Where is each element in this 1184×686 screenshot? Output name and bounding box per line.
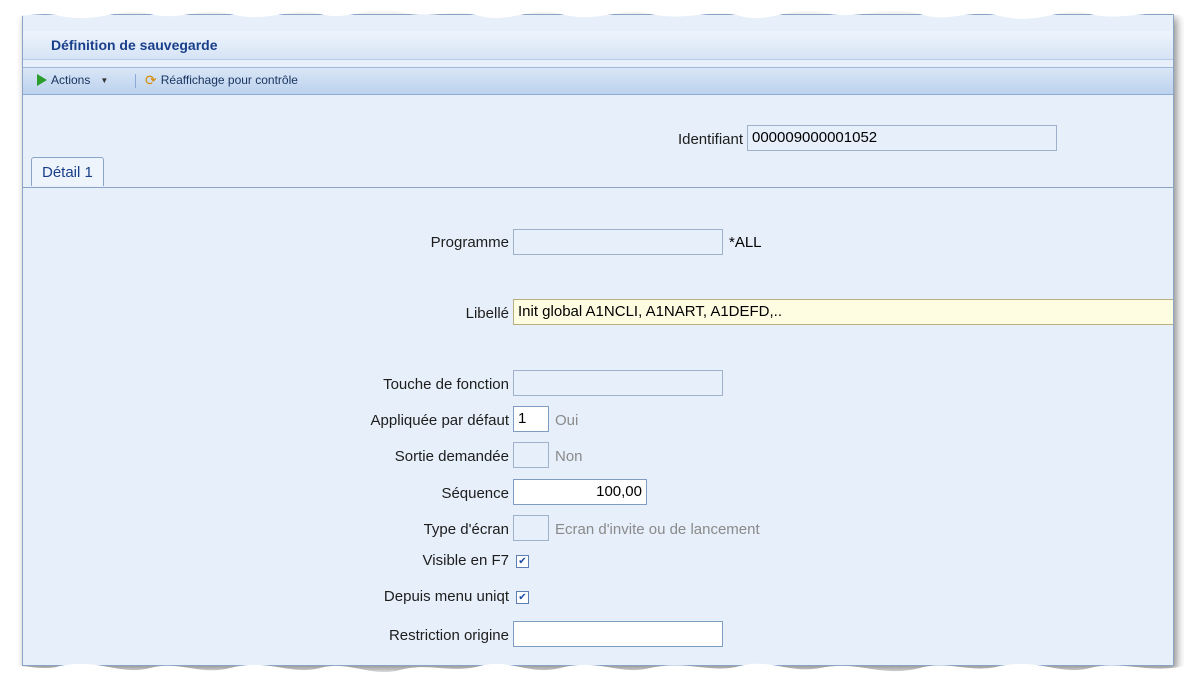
visible-f7-checkbox[interactable]: ✔ — [516, 555, 529, 568]
torn-edge-bottom — [0, 663, 1184, 686]
programme-field[interactable] — [513, 229, 723, 255]
appliquee-field[interactable]: 1 — [513, 406, 549, 432]
actions-label: Actions — [51, 73, 91, 87]
play-icon — [37, 74, 47, 86]
libelle-field[interactable]: Init global A1NCLI, A1NART, A1DEFD,.. — [513, 299, 1173, 325]
tab-divider — [23, 187, 1173, 188]
sequence-field[interactable]: 100,00 — [513, 479, 647, 505]
window-titlebar: Définition de sauvegarde — [23, 31, 1173, 60]
chevron-down-icon: ▼ — [100, 75, 109, 85]
sortie-field[interactable] — [513, 442, 549, 468]
visible-f7-label: Visible en F7 — [422, 552, 509, 569]
libelle-label: Libellé — [465, 305, 509, 322]
programme-suffix: *ALL — [729, 234, 762, 251]
sortie-label: Sortie demandée — [394, 448, 509, 465]
window-title: Définition de sauvegarde — [51, 37, 218, 53]
depuis-menu-label: Depuis menu uniqt — [383, 588, 509, 605]
sortie-hint: Non — [555, 448, 583, 465]
touche-label: Touche de fonction — [383, 376, 509, 393]
toolbar-separator — [135, 74, 136, 88]
touche-field[interactable] — [513, 370, 723, 396]
restriction-field[interactable] — [513, 621, 723, 647]
restriction-label: Restriction origine — [388, 627, 509, 644]
type-ecran-hint: Ecran d'invite ou de lancement — [555, 521, 760, 538]
tab-detail-1[interactable]: Détail 1 — [31, 157, 104, 186]
refresh-label: Réaffichage pour contrôle — [160, 73, 298, 87]
sequence-label: Séquence — [441, 485, 509, 502]
identifiant-field[interactable]: 000009000001052 — [747, 125, 1057, 151]
application-window: Définition de sauvegarde Actions ▼ ⟳ Réa… — [22, 14, 1174, 666]
programme-label: Programme — [430, 234, 509, 251]
torn-edge-top — [0, 0, 1184, 19]
appliquee-label: Appliquée par défaut — [370, 412, 509, 429]
depuis-menu-checkbox[interactable]: ✔ — [516, 591, 529, 604]
actions-menu-button[interactable]: Actions ▼ — [37, 73, 108, 87]
type-ecran-field[interactable] — [513, 515, 549, 541]
appliquee-hint: Oui — [555, 412, 579, 429]
refresh-button[interactable]: ⟳ Réaffichage pour contrôle — [145, 73, 298, 87]
toolbar: Actions ▼ ⟳ Réaffichage pour contrôle — [23, 67, 1173, 95]
refresh-icon: ⟳ — [145, 72, 157, 88]
type-ecran-label: Type d'écran — [423, 521, 509, 538]
identifiant-label: Identifiant — [677, 131, 743, 148]
